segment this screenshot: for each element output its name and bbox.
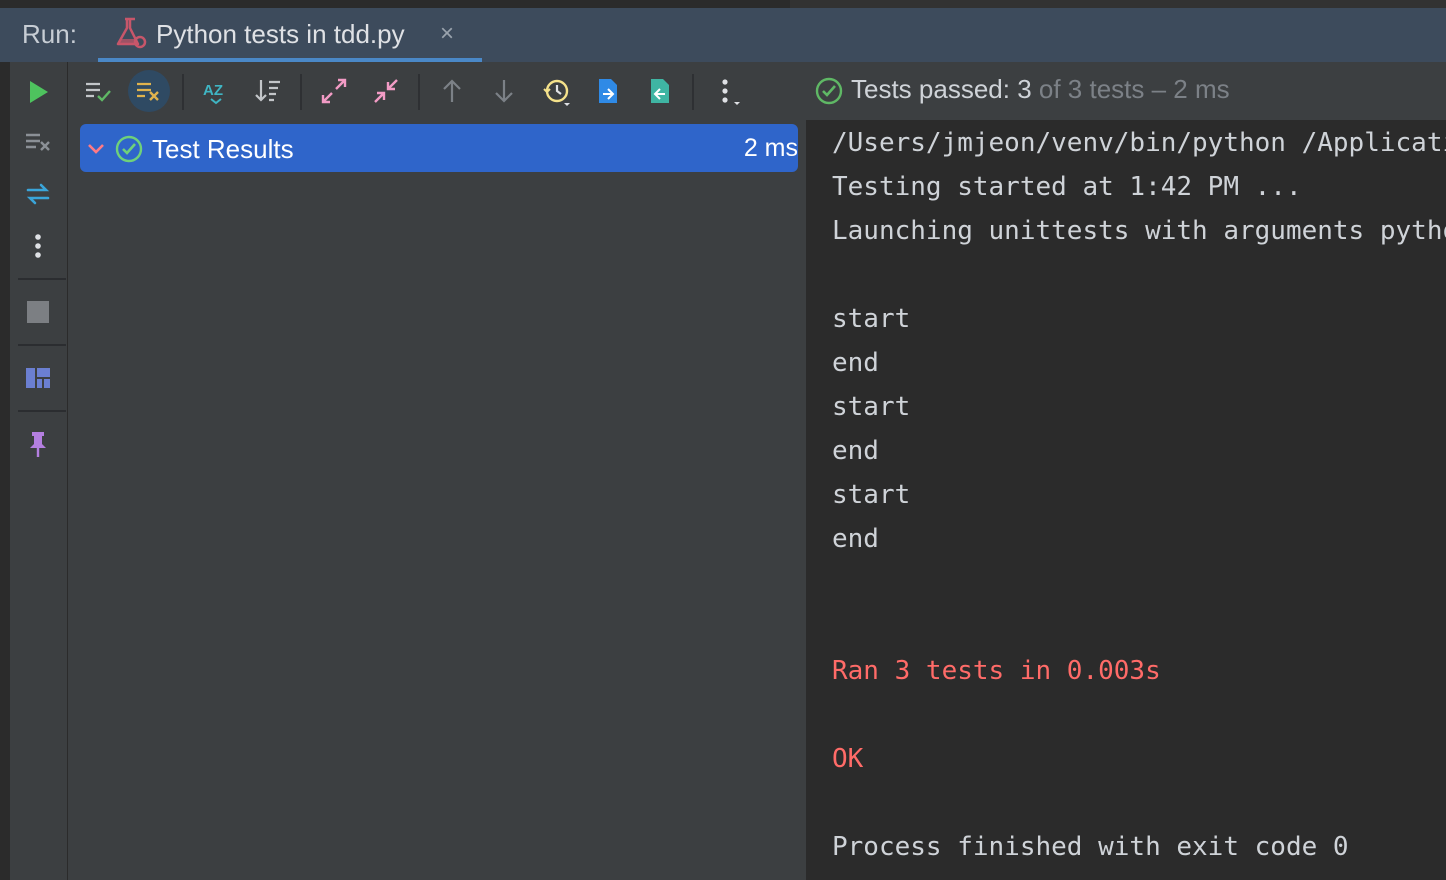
console-line: end xyxy=(832,524,879,554)
show-ignored-icon[interactable] xyxy=(128,70,170,112)
console-line: end xyxy=(832,436,879,466)
run-tab-bar: Run: Python tests in tdd.py × xyxy=(0,8,1446,62)
tab-python-tests[interactable]: Python tests in tdd.py × xyxy=(98,8,482,62)
left-gutter xyxy=(0,62,10,880)
close-tab-icon[interactable]: × xyxy=(440,20,454,48)
next-failed-icon[interactable] xyxy=(483,70,525,112)
sort-alphabetically-icon[interactable]: AZ xyxy=(195,70,237,112)
tab-title: Python tests in tdd.py xyxy=(156,19,405,49)
console-line: start xyxy=(832,304,911,334)
swap-icon[interactable] xyxy=(22,178,54,210)
console-line: Launching unittests with arguments pytho xyxy=(832,216,1446,246)
test-status-summary: Tests passed: 3 of 3 tests – 2 ms xyxy=(851,74,1230,105)
clear-all-icon[interactable] xyxy=(22,126,54,158)
status-passed-text: Tests passed: 3 xyxy=(851,74,1032,104)
console-line: start xyxy=(832,392,911,422)
tests-passed-icon xyxy=(814,76,844,106)
svg-text:AZ: AZ xyxy=(203,82,223,99)
console-line: start xyxy=(832,480,911,510)
test-runner-toolbar: AZ Tests passed: 3 of 3 tests – 2 ms xyxy=(68,62,1446,120)
import-tests-icon[interactable] xyxy=(587,70,629,112)
collapse-all-icon[interactable] xyxy=(365,70,407,112)
console-line: Testing started at 1:42 PM ... xyxy=(832,172,1302,202)
console-line-error: Ran 3 tests in 0.003s xyxy=(832,656,1161,686)
run-sidebar xyxy=(10,62,68,880)
status-total-text: of 3 tests – 2 ms xyxy=(1031,74,1230,104)
rerun-icon[interactable] xyxy=(22,76,54,108)
show-passed-icon[interactable] xyxy=(77,70,119,112)
console-line: /Users/jmjeon/venv/bin/python /Applicati xyxy=(832,128,1446,158)
console-line: end xyxy=(832,348,879,378)
more-options-icon[interactable] xyxy=(705,70,747,112)
console-line-error: OK xyxy=(832,744,864,774)
sort-by-duration-icon[interactable] xyxy=(247,70,289,112)
previous-failed-icon[interactable] xyxy=(431,70,473,112)
test-history-icon[interactable] xyxy=(535,70,577,112)
tree-row-duration: 2 ms xyxy=(743,134,798,162)
expand-all-icon[interactable] xyxy=(313,70,355,112)
stop-icon[interactable] xyxy=(22,296,54,328)
console-output[interactable]: /Users/jmjeon/venv/bin/python /Applicati… xyxy=(808,120,1446,880)
run-label: Run: xyxy=(22,19,77,49)
more-vertical-icon[interactable] xyxy=(22,230,54,262)
chevron-down-icon[interactable] xyxy=(84,136,108,160)
export-tests-icon[interactable] xyxy=(639,70,681,112)
pin-icon[interactable] xyxy=(22,428,54,460)
test-flask-icon xyxy=(114,16,148,50)
window-top-strip xyxy=(0,0,1446,8)
layout-icon[interactable] xyxy=(22,362,54,394)
test-results-tree: Test Results 2 ms xyxy=(68,120,806,880)
tree-row-test-results[interactable]: Test Results 2 ms xyxy=(80,124,798,172)
test-passed-icon xyxy=(114,134,144,164)
console-line: Process finished with exit code 0 xyxy=(832,832,1349,862)
tree-row-label: Test Results xyxy=(152,134,294,164)
